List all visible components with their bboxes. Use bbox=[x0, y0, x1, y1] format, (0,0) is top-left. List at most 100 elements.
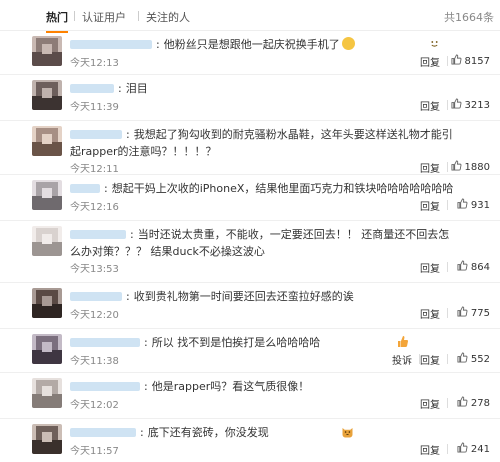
tab-verified-users[interactable]: 认证用户 bbox=[82, 9, 126, 25]
thumbs-up-icon bbox=[451, 98, 462, 109]
comment-item: : 泪目 今天11:39 回复 3213 bbox=[0, 74, 500, 121]
comment-text: : 他粉丝只是想跟他一起庆祝换手机了 bbox=[70, 36, 460, 53]
like-count: 931 bbox=[470, 200, 490, 211]
tab-separator bbox=[74, 11, 75, 21]
tab-separator bbox=[138, 11, 139, 21]
avatar[interactable] bbox=[32, 288, 62, 318]
report-button[interactable]: 投诉 bbox=[392, 352, 412, 367]
avatar[interactable] bbox=[32, 80, 62, 110]
thumbs-up-icon bbox=[457, 352, 468, 363]
comment-time: 今天12:20 bbox=[70, 310, 119, 321]
action-separator bbox=[447, 100, 448, 110]
tab-hot[interactable]: 热门 bbox=[46, 9, 68, 33]
comment-time: 今天11:39 bbox=[70, 102, 119, 113]
like-button[interactable]: 931 bbox=[457, 198, 490, 211]
comment-text-content: 底下还有瓷砖，你没发现 bbox=[147, 426, 269, 439]
like-count: 1880 bbox=[464, 162, 490, 173]
avatar[interactable] bbox=[32, 334, 62, 364]
comment-text: : 我想起了狗勾收到的耐克骚粉水晶鞋，这年头要这样送礼物才能引起rapper的注意… bbox=[70, 128, 453, 158]
comment-item: : 所以 找不到是怕挨打是么哈哈哈哈 今天11:38 投诉 回复 552 bbox=[0, 328, 500, 373]
comment-item: : 他是rapper吗？看这气质很像！ 今天12:02 回复 278 bbox=[0, 372, 500, 419]
thumbs-up-icon bbox=[457, 396, 468, 407]
reply-button[interactable]: 回复 bbox=[420, 442, 440, 457]
thumbs-up-icon bbox=[457, 306, 468, 317]
action-separator bbox=[447, 354, 448, 364]
comment-text-content: 所以 找不到是怕挨打是么哈哈哈哈 bbox=[151, 336, 321, 349]
reply-button[interactable]: 回复 bbox=[420, 260, 440, 275]
comment-text-content: 当时还说太贵重，不能收，一定要还回去！！ 还商量还不回去怎么办对策？？？ 结果d… bbox=[70, 228, 450, 258]
comment-time: 今天13:53 bbox=[70, 264, 119, 275]
total-count: 共1664条 bbox=[444, 11, 494, 24]
comment-item: : 他粉丝只是想跟他一起庆祝换手机了 今天12:13 回复 8157 bbox=[0, 30, 500, 75]
avatar[interactable] bbox=[32, 378, 62, 408]
cat-emoji-icon bbox=[271, 425, 353, 438]
action-separator bbox=[447, 162, 448, 172]
thumbs-up-icon bbox=[457, 260, 468, 271]
action-separator bbox=[447, 262, 448, 272]
action-separator bbox=[447, 398, 448, 408]
like-button[interactable]: 864 bbox=[457, 260, 490, 273]
action-separator bbox=[447, 200, 448, 210]
action-separator bbox=[447, 308, 448, 318]
avatar[interactable] bbox=[32, 126, 62, 156]
like-count: 3213 bbox=[464, 100, 490, 111]
like-count: 241 bbox=[470, 444, 490, 455]
comment-text-content: 想起干妈上次收的iPhoneX，结果他里面巧克力和铁块哈哈哈哈哈哈哈 bbox=[111, 182, 454, 195]
comment-text-content: 他是rapper吗？看这气质很像！ bbox=[151, 380, 310, 393]
comment-item: : 底下还有瓷砖，你没发现 今天11:57 回复 241 bbox=[0, 418, 500, 462]
avatar[interactable] bbox=[32, 36, 62, 66]
avatar[interactable] bbox=[32, 424, 62, 454]
reply-button[interactable]: 回复 bbox=[420, 352, 440, 367]
comment-text: : 收到贵礼物第一时间要还回去还蛮拉好感的诶 bbox=[126, 290, 354, 303]
like-button[interactable]: 241 bbox=[457, 442, 490, 455]
like-button[interactable]: 775 bbox=[457, 306, 490, 319]
like-button[interactable]: 278 bbox=[457, 396, 490, 409]
avatar[interactable] bbox=[32, 226, 62, 256]
reply-button[interactable]: 回复 bbox=[420, 160, 440, 175]
like-count: 775 bbox=[470, 308, 490, 319]
reply-button[interactable]: 回复 bbox=[420, 198, 440, 213]
comment-time: 今天12:11 bbox=[70, 164, 119, 175]
comment-text: : 底下还有瓷砖，你没发现 bbox=[70, 424, 460, 441]
like-count: 864 bbox=[470, 262, 490, 273]
comment-time: 今天11:57 bbox=[70, 446, 119, 457]
comment-time: 今天11:38 bbox=[70, 356, 119, 367]
like-button[interactable]: 8157 bbox=[451, 54, 490, 67]
comment-item: : 想起干妈上次收的iPhoneX，结果他里面巧克力和铁块哈哈哈哈哈哈哈 今天12… bbox=[0, 174, 500, 221]
comment-time: 今天12:16 bbox=[70, 202, 119, 213]
comment-text: : 泪目 bbox=[118, 82, 148, 95]
thumbs-up-emoji-icon bbox=[322, 335, 409, 348]
reply-button[interactable]: 回复 bbox=[420, 396, 440, 411]
comment-time: 今天12:13 bbox=[70, 58, 119, 69]
tab-following[interactable]: 关注的人 bbox=[146, 9, 190, 25]
comment-text-content: 他粉丝只是想跟他一起庆祝换手机了 bbox=[163, 38, 340, 51]
comment-text-content: 收到贵礼物第一时间要还回去还蛮拉好感的诶 bbox=[133, 290, 354, 303]
comment-time: 今天12:02 bbox=[70, 400, 119, 411]
like-count: 8157 bbox=[464, 56, 490, 67]
thumbs-up-icon bbox=[451, 54, 462, 65]
like-count: 552 bbox=[470, 354, 490, 365]
comment-text-content: 泪目 bbox=[125, 82, 148, 95]
like-count: 278 bbox=[470, 398, 490, 409]
comment-text: : 所以 找不到是怕挨打是么哈哈哈哈 bbox=[70, 334, 460, 351]
action-separator bbox=[447, 444, 448, 454]
comment-panel: 热门 认证用户 关注的人 共1664条 : 他粉丝只是想跟他一起庆祝换手机了 今天… bbox=[0, 0, 500, 462]
reply-button[interactable]: 回复 bbox=[420, 98, 440, 113]
like-button[interactable]: 3213 bbox=[451, 98, 490, 111]
comment-item: : 当时还说太贵重，不能收，一定要还回去！！ 还商量还不回去怎么办对策？？？ 结果… bbox=[0, 220, 500, 283]
reply-button[interactable]: 回复 bbox=[420, 306, 440, 321]
reply-button[interactable]: 回复 bbox=[420, 54, 440, 69]
smile-emoji-icon bbox=[341, 37, 438, 50]
comment-item: : 我想起了狗勾收到的耐克骚粉水晶鞋，这年头要这样送礼物才能引起rapper的注意… bbox=[0, 120, 500, 175]
like-button[interactable]: 552 bbox=[457, 352, 490, 365]
like-button[interactable]: 1880 bbox=[451, 160, 490, 173]
thumbs-up-icon bbox=[451, 160, 462, 171]
comment-text: : 想起干妈上次收的iPhoneX，结果他里面巧克力和铁块哈哈哈哈哈哈哈 bbox=[104, 182, 454, 195]
thumbs-up-icon bbox=[457, 442, 468, 453]
avatar[interactable] bbox=[32, 180, 62, 210]
comment-text: : 当时还说太贵重，不能收，一定要还回去！！ 还商量还不回去怎么办对策？？？ 结果… bbox=[70, 228, 450, 258]
comment-tabs: 热门 认证用户 关注的人 共1664条 bbox=[0, 0, 500, 33]
action-separator bbox=[447, 56, 448, 66]
thumbs-up-icon bbox=[457, 198, 468, 209]
comment-item: : 收到贵礼物第一时间要还回去还蛮拉好感的诶 今天12:20 回复 775 bbox=[0, 282, 500, 329]
